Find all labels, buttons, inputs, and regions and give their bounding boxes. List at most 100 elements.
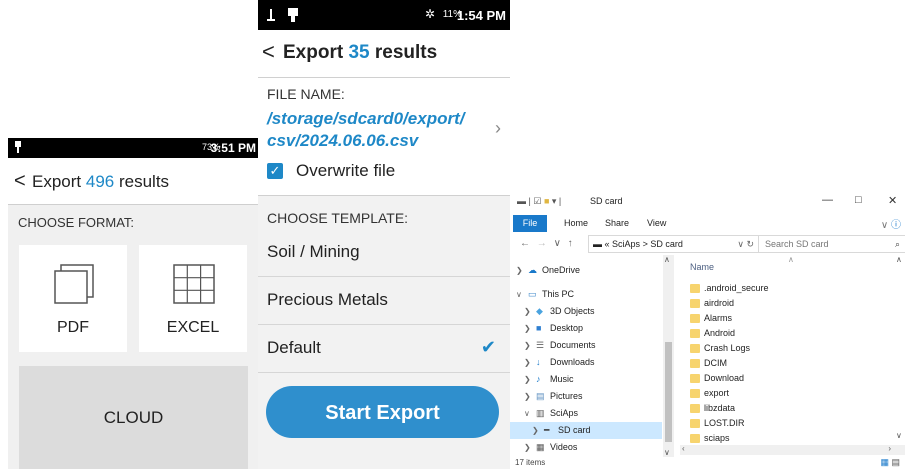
scrollbar-thumb[interactable] — [665, 342, 672, 442]
scroll-left-icon[interactable]: ‹ — [682, 444, 685, 453]
nav-label: Desktop — [550, 323, 584, 333]
page-title: Export 496 results — [32, 172, 169, 192]
status-bar: ✲ 11% 1:54 PM — [258, 0, 510, 30]
horizontal-scrollbar[interactable]: ‹ › — [680, 444, 905, 455]
up-arrow-icon[interactable]: ↑ — [568, 238, 575, 249]
tab-view[interactable]: View — [647, 218, 666, 228]
file-name: export — [704, 388, 730, 398]
folder-icon[interactable]: ■ — [544, 196, 549, 206]
nav-item-this-pc[interactable]: ∨ ▭ This PC — [510, 286, 662, 303]
template-option-default[interactable]: Default ✔ — [258, 325, 510, 373]
checkbox-icon[interactable]: ☑ — [533, 196, 541, 206]
list-item[interactable]: Crash Logs — [690, 341, 890, 356]
scroll-down-icon[interactable]: ∨ — [664, 448, 670, 457]
address-overflow[interactable]: « — [605, 239, 610, 249]
view-toggle: ▦ ▤ — [880, 457, 900, 468]
refresh-icon[interactable]: ↻ — [746, 239, 754, 249]
list-item[interactable]: export — [690, 386, 890, 401]
template-label: Default — [267, 338, 321, 357]
nav-label: Pictures — [550, 391, 583, 401]
help-icon[interactable]: ⓘ — [891, 220, 901, 231]
file-path-line-1: /storage/sdcard0/export/ — [267, 109, 465, 128]
pdf-format-button[interactable]: PDF — [19, 245, 127, 352]
file-name: DCIM — [704, 358, 727, 368]
cloud-label: CLOUD — [103, 408, 164, 427]
chevron-down-icon[interactable]: ∨ — [516, 286, 522, 303]
chevron-right-icon[interactable]: ❯ — [524, 320, 531, 337]
export-settings-screen: ✲ 11% 1:54 PM < Export 35 results FILE N… — [258, 0, 510, 469]
scroll-right-icon[interactable]: › — [888, 444, 891, 453]
nav-item-3d-objects[interactable]: ❯ ◆ 3D Objects — [510, 303, 662, 320]
file-name-section[interactable]: FILE NAME: /storage/sdcard0/export/ csv/… — [258, 78, 510, 196]
drive-icon: ▬ — [593, 239, 602, 249]
search-input[interactable]: Search SD card ⌕ — [758, 235, 905, 253]
tab-file[interactable]: File — [513, 215, 547, 232]
list-item[interactable]: LOST.DIR — [690, 416, 890, 431]
chevron-right-icon[interactable]: ❯ — [532, 422, 539, 439]
nav-item-documents[interactable]: ❯ ☰ Documents — [510, 337, 662, 354]
chevron-right-icon[interactable]: ❯ — [524, 354, 531, 371]
list-item[interactable]: Download — [690, 371, 890, 386]
address-bar[interactable]: ▬ « SciAps > SD card ∨ ↻ — [588, 235, 759, 253]
export-format-screen: 73% 3:51 PM < Export 496 results CHOOSE … — [8, 138, 258, 469]
scroll-down-icon[interactable]: ∨ — [896, 431, 902, 440]
nav-pane-scrollbar[interactable]: ∧ ∨ — [663, 255, 674, 457]
forward-arrow-icon[interactable]: → — [537, 238, 549, 249]
back-chevron-icon[interactable]: < — [262, 39, 275, 65]
back-chevron-icon[interactable]: < — [14, 170, 26, 193]
list-item[interactable]: Alarms — [690, 311, 890, 326]
start-export-button[interactable]: Start Export — [266, 386, 499, 438]
nav-item-videos[interactable]: ❯ ▦ Videos — [510, 439, 662, 456]
chevron-right-icon[interactable]: ❯ — [524, 303, 531, 320]
list-item[interactable]: airdroid — [690, 296, 890, 311]
chevron-down-icon[interactable]: ∨ — [881, 220, 888, 231]
recent-dropdown-icon[interactable]: ∨ — [554, 238, 563, 249]
chevron-down-icon[interactable]: ∨ — [524, 405, 530, 422]
list-item[interactable]: Android — [690, 326, 890, 341]
chevron-right-icon[interactable]: ❯ — [524, 388, 531, 405]
dropdown-icon[interactable]: ▾ — [552, 196, 557, 206]
breadcrumb-sd-card[interactable]: SD card — [650, 239, 683, 249]
list-item[interactable]: .android_secure — [690, 281, 890, 296]
nav-item-desktop[interactable]: ❯ ■ Desktop — [510, 320, 662, 337]
list-item[interactable]: DCIM — [690, 356, 890, 371]
back-arrow-icon[interactable]: ← — [520, 238, 532, 249]
chevron-right-icon[interactable]: ❯ — [524, 337, 531, 354]
close-icon[interactable]: ✕ — [888, 194, 897, 207]
properties-icon[interactable]: ▬ — [517, 196, 526, 206]
scroll-up-icon[interactable]: ∧ — [664, 255, 670, 264]
chevron-right-icon[interactable]: ❯ — [516, 262, 523, 279]
overwrite-label: Overwrite file — [296, 161, 396, 180]
template-option-soil-mining[interactable]: Soil / Mining — [258, 229, 510, 277]
chevron-right-icon[interactable]: ❯ — [524, 371, 531, 388]
nav-item-sciaps[interactable]: ∨ ▥ SciAps — [510, 405, 662, 422]
nav-label: Music — [550, 374, 574, 384]
chevron-down-icon[interactable]: ∨ — [737, 239, 744, 249]
details-view-icon[interactable]: ▦ — [880, 457, 889, 467]
nav-item-music[interactable]: ❯ ♪ Music — [510, 371, 662, 388]
nav-item-sd-card[interactable]: ❯ ━ SD card — [510, 422, 662, 439]
name-column-header[interactable]: Name — [690, 262, 714, 272]
minimize-icon[interactable]: — — [822, 194, 833, 206]
list-item[interactable]: sciaps — [690, 431, 890, 446]
clock: 3:51 PM — [210, 141, 256, 155]
tab-share[interactable]: Share — [605, 218, 629, 228]
breadcrumb-sciaps[interactable]: SciAps — [612, 239, 640, 249]
title-bar: ▬ | ☑ ■ ▾ | SD card — □ ✕ — [510, 189, 905, 214]
chevron-right-icon[interactable]: ❯ — [524, 439, 531, 456]
file-list-scrollbar[interactable]: ∧ ∨ — [896, 255, 905, 445]
nav-label: 3D Objects — [550, 306, 595, 316]
list-item[interactable]: libzdata — [690, 401, 890, 416]
nav-item-downloads[interactable]: ❯ ↓ Downloads — [510, 354, 662, 371]
scroll-up-icon[interactable]: ∧ — [896, 255, 902, 264]
nav-item-pictures[interactable]: ❯ ▤ Pictures — [510, 388, 662, 405]
folder-icon — [690, 299, 700, 308]
tab-home[interactable]: Home — [564, 218, 588, 228]
nav-item-onedrive[interactable]: ❯ ☁ OneDrive — [510, 262, 662, 279]
large-icons-view-icon[interactable]: ▤ — [891, 457, 900, 467]
maximize-icon[interactable]: □ — [855, 194, 862, 206]
template-option-precious-metals[interactable]: Precious Metals — [258, 277, 510, 325]
overwrite-checkbox[interactable]: ✓ — [267, 163, 283, 179]
excel-format-button[interactable]: EXCEL — [139, 245, 247, 352]
cloud-format-button[interactable]: CLOUD — [19, 366, 248, 469]
